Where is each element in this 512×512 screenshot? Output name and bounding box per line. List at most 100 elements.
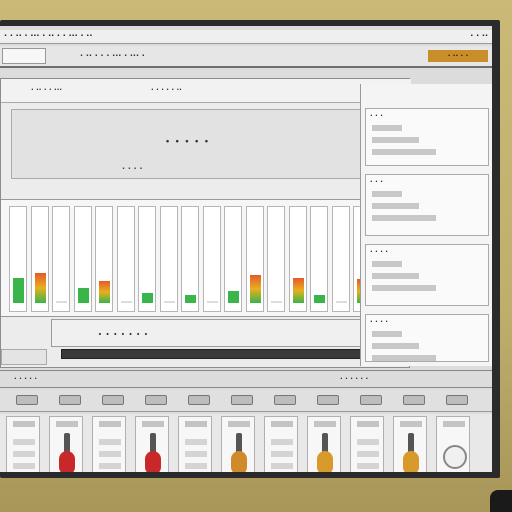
- slot-label: [13, 421, 35, 427]
- sidebar-row[interactable]: [372, 215, 436, 221]
- mixer-channel[interactable]: [310, 206, 328, 312]
- mixer-channel[interactable]: [224, 206, 242, 312]
- rotary-knob-icon[interactable]: [59, 451, 75, 472]
- slot-control[interactable]: [99, 463, 121, 469]
- caption-text: · · · · · · ·: [98, 328, 148, 341]
- meter-fill: [99, 281, 110, 303]
- small-control[interactable]: [1, 349, 47, 365]
- mixer-channel[interactable]: [95, 206, 113, 312]
- rack-slot: [350, 416, 384, 472]
- slot-label: [271, 421, 293, 427]
- menu-bar-right-text[interactable]: · · ··: [470, 31, 488, 40]
- sidebar-block: · · · ·: [365, 244, 489, 306]
- mixer-channel[interactable]: [30, 206, 49, 312]
- slot-control[interactable]: [271, 451, 293, 457]
- slot-control[interactable]: [99, 439, 121, 445]
- meter-fill: [185, 295, 196, 303]
- slot-label: [142, 421, 164, 427]
- toolbar: · ·· · · · ··· · ··· · · ·· · ·: [0, 46, 492, 68]
- rotary-knob-icon[interactable]: [145, 451, 161, 472]
- rack-tab[interactable]: [360, 395, 382, 405]
- slot-control[interactable]: [185, 439, 207, 445]
- slot-control[interactable]: [13, 439, 35, 445]
- rack-tab[interactable]: [231, 395, 253, 405]
- slot-control[interactable]: [99, 451, 121, 457]
- menu-bar-text[interactable]: · · ·· · ··· · ·· · · ··· · ··: [4, 31, 92, 40]
- rack-slot: [135, 416, 169, 472]
- sidebar-row[interactable]: [372, 261, 402, 267]
- slot-control[interactable]: [271, 463, 293, 469]
- main-panel-strip: · ·· · · ··· · · · · · ··: [1, 79, 411, 103]
- level-meter: [206, 301, 218, 303]
- rack-slot: [49, 416, 83, 472]
- rotary-knob-icon[interactable]: [403, 451, 419, 472]
- sidebar-row[interactable]: [372, 285, 436, 291]
- sidebar-row[interactable]: [372, 355, 436, 361]
- horizontal-scrollbar[interactable]: [61, 349, 397, 359]
- banner-subtitle: · · · ·: [122, 164, 143, 173]
- level-meter: [314, 295, 325, 303]
- mixer-channel[interactable]: [202, 206, 221, 312]
- slot-control[interactable]: [185, 451, 207, 457]
- level-meter: [56, 301, 67, 303]
- rack-tab[interactable]: [446, 395, 468, 405]
- rack-tab[interactable]: [102, 395, 124, 405]
- rotary-knob-icon[interactable]: [317, 451, 333, 472]
- banner-title: · · · · ·: [165, 134, 209, 150]
- rack-header-right: · · · · · ·: [340, 375, 369, 383]
- dial-knob-icon[interactable]: [443, 445, 467, 469]
- meter-fill: [228, 291, 239, 303]
- mixer-channel[interactable]: [73, 206, 92, 312]
- slot-control[interactable]: [357, 451, 379, 457]
- rack-tab[interactable]: [403, 395, 425, 405]
- rack-slot: [393, 416, 427, 472]
- sidebar-row[interactable]: [372, 191, 402, 197]
- toolbar-label: · ·· · · · ··· · ··· ·: [80, 51, 145, 60]
- mixer-channel[interactable]: [9, 206, 27, 312]
- mixer-channel[interactable]: [267, 206, 285, 312]
- rack-header-left: · · · · ·: [14, 375, 38, 383]
- mixer-channel[interactable]: [288, 206, 307, 312]
- rack-tab[interactable]: [145, 395, 167, 405]
- slot-control[interactable]: [357, 439, 379, 445]
- rack-tab[interactable]: [59, 395, 81, 405]
- toolbar-badge[interactable]: · ·· · ·: [428, 50, 488, 62]
- rotary-knob-icon[interactable]: [231, 451, 247, 472]
- slot-control[interactable]: [185, 463, 207, 469]
- slot-control[interactable]: [13, 463, 35, 469]
- slot-control[interactable]: [13, 451, 35, 457]
- slot-label: [185, 421, 207, 427]
- meter-fill: [142, 293, 153, 303]
- level-meter: [335, 301, 347, 303]
- level-meter: [99, 281, 110, 303]
- sidebar-block: · · ·: [365, 108, 489, 166]
- sidebar-row[interactable]: [372, 331, 402, 337]
- mixer-channel[interactable]: [52, 206, 70, 312]
- rack-slot: [264, 416, 298, 472]
- sidebar-block-title: · · · ·: [370, 248, 388, 256]
- rack-tab[interactable]: [188, 395, 210, 405]
- rack-tab[interactable]: [274, 395, 296, 405]
- sidebar-row[interactable]: [372, 149, 436, 155]
- rack-tab[interactable]: [16, 395, 38, 405]
- sidebar-row[interactable]: [372, 125, 402, 131]
- mixer-channel[interactable]: [138, 206, 156, 312]
- toolbar-tab[interactable]: [2, 48, 46, 64]
- mixer-channel[interactable]: [116, 206, 135, 312]
- meter-fill: [77, 288, 89, 303]
- rack-slot: [307, 416, 341, 472]
- meter-fill: [34, 273, 46, 303]
- sidebar-row[interactable]: [372, 203, 419, 209]
- mixer-channel[interactable]: [159, 206, 178, 312]
- rack-tab[interactable]: [317, 395, 339, 405]
- mixer-channel[interactable]: [331, 206, 350, 312]
- sidebar-row[interactable]: [372, 273, 419, 279]
- sidebar-row[interactable]: [372, 137, 419, 143]
- slot-control[interactable]: [357, 463, 379, 469]
- sidebar-row[interactable]: [372, 343, 419, 349]
- meter-fill: [249, 275, 261, 303]
- mixer-channel[interactable]: [245, 206, 264, 312]
- slot-control[interactable]: [271, 439, 293, 445]
- mixer-channel[interactable]: [181, 206, 199, 312]
- slot-label: [228, 421, 250, 427]
